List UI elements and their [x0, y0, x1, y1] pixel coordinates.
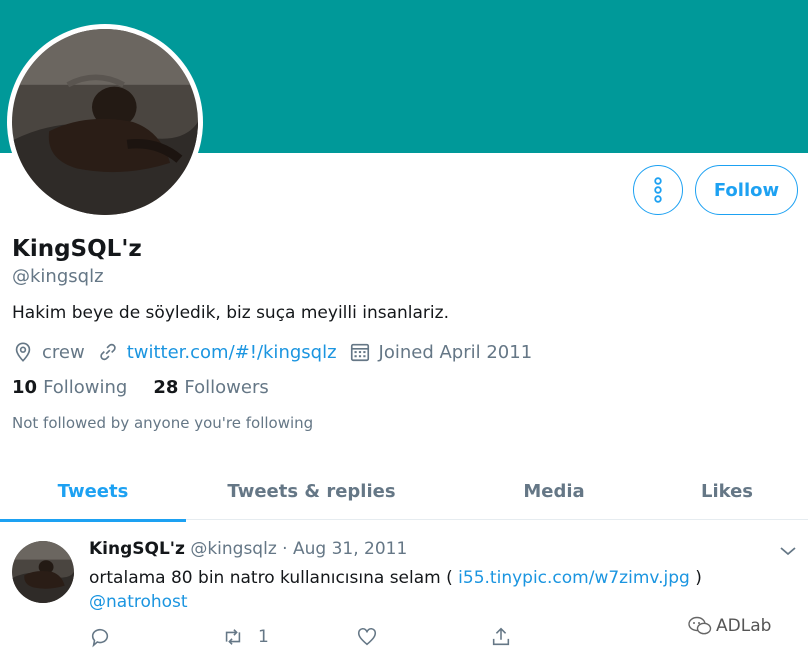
tweet-text: ortalama 80 bin natro kullanıcısına sela…	[89, 566, 789, 614]
follow-button[interactable]: Follow	[695, 165, 798, 215]
tab-likes[interactable]: Likes	[671, 462, 783, 520]
tab-tweets[interactable]: Tweets	[0, 462, 186, 522]
more-options-button[interactable]	[633, 165, 683, 215]
not-followed-notice: Not followed by anyone you're following	[12, 414, 314, 432]
tweet-header: KingSQL'z @kingsqlz · Aug 31, 2011	[89, 539, 407, 559]
heart-icon	[357, 627, 377, 646]
profile-location: crew	[42, 341, 85, 363]
tab-media[interactable]: Media	[437, 462, 671, 520]
profile-name: KingSQL'z	[12, 236, 142, 262]
follow-counts: 10 Following 28 Followers	[12, 377, 295, 398]
profile-meta: crew twitter.com/#!/kingsqlz Joined Apri…	[12, 340, 532, 364]
tweet-text-start: ortalama 80 bin natro kullanıcısına sela…	[89, 568, 459, 588]
profile-bio: Hakim beye de söyledik, biz suça meyilli…	[12, 303, 449, 323]
wechat-icon	[688, 616, 712, 635]
link-icon	[97, 341, 119, 363]
following-count-link[interactable]: 10 Following	[12, 377, 127, 398]
following-label: Following	[43, 377, 128, 398]
tweet-author-handle[interactable]: @kingsqlz	[190, 539, 276, 559]
watermark-text: ADLab	[716, 616, 772, 636]
profile-tabs: Tweets Tweets & replies Media Likes	[0, 462, 808, 522]
followers-count: 28	[153, 377, 179, 398]
retweet-count: 1	[258, 627, 269, 647]
followers-label: Followers	[184, 377, 269, 398]
profile-website-link[interactable]: twitter.com/#!/kingsqlz	[127, 342, 337, 363]
tab-tweets-replies[interactable]: Tweets & replies	[186, 462, 437, 520]
tweet-author-name[interactable]: KingSQL'z	[89, 539, 185, 559]
reply-icon	[91, 628, 109, 648]
tweet-date[interactable]: Aug 31, 2011	[293, 539, 407, 559]
watermark: ADLab	[688, 616, 771, 636]
avatar-photo	[12, 29, 198, 215]
reply-button[interactable]	[89, 624, 111, 650]
profile-avatar[interactable]	[7, 24, 203, 220]
tweet-link[interactable]: i55.tinypic.com/w7zimv.jpg	[458, 568, 690, 588]
tweet-avatar-photo	[12, 541, 74, 603]
more-vertical-icon	[654, 177, 662, 203]
tweet-separator: ·	[282, 539, 288, 559]
chevron-down-icon[interactable]	[778, 542, 798, 560]
share-button[interactable]	[490, 624, 512, 650]
tweet-text-end: )	[689, 568, 702, 588]
profile-joined-date: Joined April 2011	[378, 341, 533, 363]
followers-count-link[interactable]: 28 Followers	[153, 377, 268, 398]
retweet-icon	[225, 629, 241, 645]
profile-handle: @kingsqlz	[12, 266, 104, 287]
location-icon	[12, 341, 34, 363]
like-button[interactable]	[356, 624, 378, 650]
share-icon	[492, 627, 510, 646]
following-count: 10	[12, 377, 38, 398]
calendar-icon	[349, 341, 371, 363]
retweet-button[interactable]: 1	[222, 624, 269, 650]
tweet-avatar[interactable]	[12, 541, 74, 603]
tweet-mention[interactable]: @natrohost	[89, 592, 188, 612]
